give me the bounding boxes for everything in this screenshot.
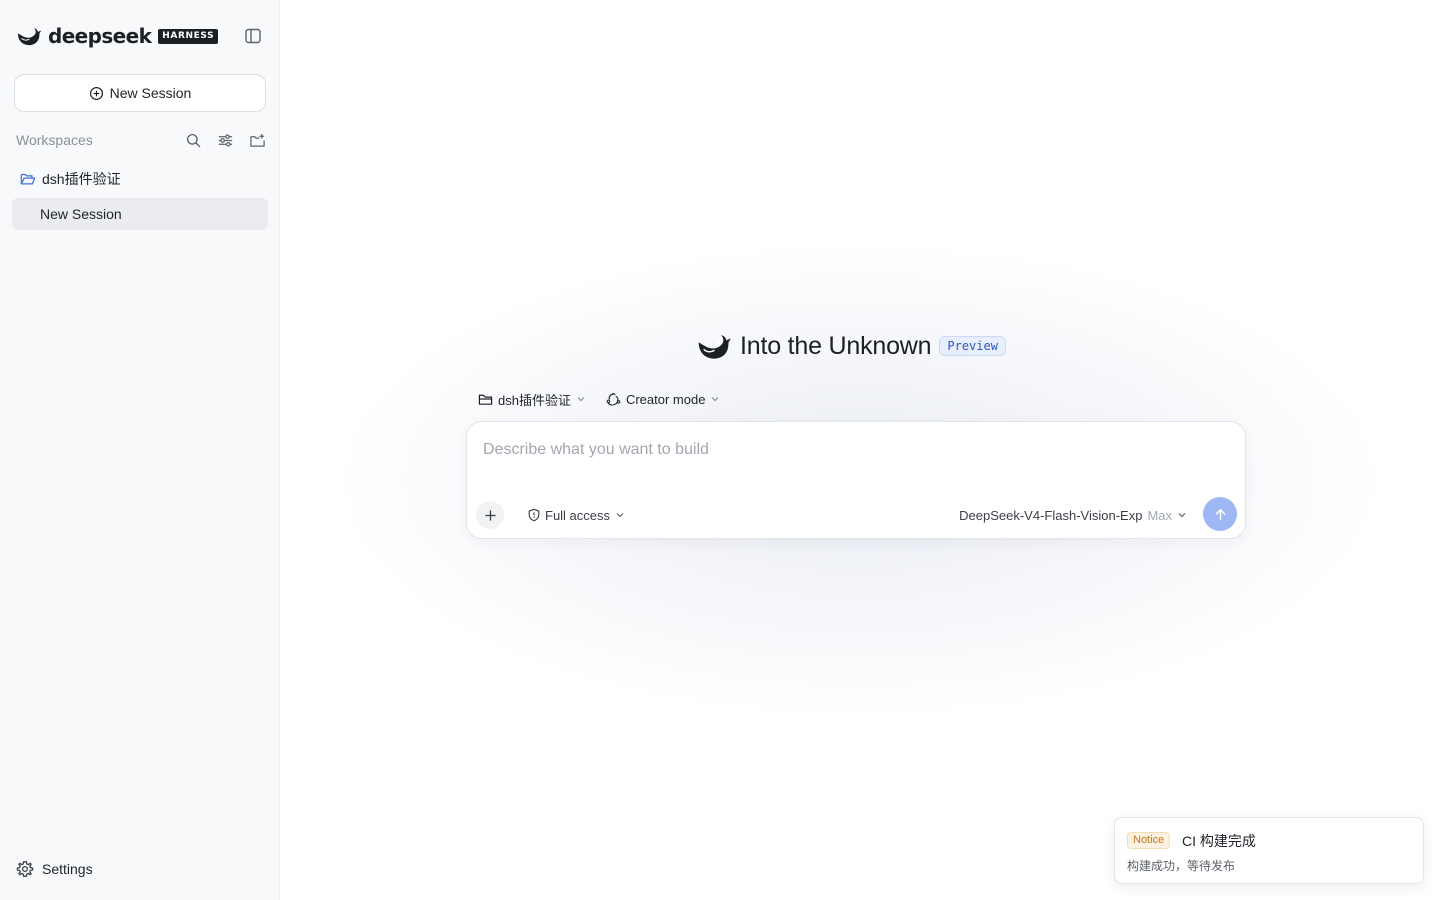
folder-open-icon bbox=[20, 173, 36, 185]
access-selector[interactable]: Full access bbox=[527, 506, 625, 524]
gear-icon bbox=[16, 861, 34, 877]
notification-title: CI 构建完成 bbox=[1182, 833, 1256, 849]
search-icon[interactable] bbox=[184, 131, 202, 149]
recycle-icon bbox=[606, 392, 621, 406]
mode-selector-label: Creator mode bbox=[625, 391, 706, 407]
deepseek-whale-icon bbox=[698, 335, 732, 359]
preview-badge: Preview bbox=[939, 336, 1006, 356]
sidebar-toggle-icon[interactable] bbox=[244, 27, 262, 45]
new-session-label: New Session bbox=[109, 85, 192, 101]
hero-heading: Into the Unknown Preview bbox=[696, 328, 1006, 364]
context-selectors: dsh插件验证 Creator mode bbox=[478, 389, 720, 409]
session-label: New Session bbox=[40, 206, 122, 222]
mode-selector[interactable]: Creator mode bbox=[606, 392, 720, 407]
workspaces-label: Workspaces bbox=[16, 132, 93, 148]
chevron-down-icon bbox=[616, 513, 624, 518]
workspace-item[interactable]: dsh插件验证 bbox=[12, 166, 268, 192]
page-title: Into the Unknown bbox=[740, 331, 932, 360]
brand-logo: deepseek HARNESS bbox=[16, 24, 219, 48]
send-button[interactable] bbox=[1203, 497, 1237, 531]
prompt-composer: Full access DeepSeek-V4-Flash-Vision-Exp… bbox=[466, 421, 1246, 539]
settings-label: Settings bbox=[42, 861, 93, 877]
model-selector[interactable]: DeepSeek-V4-Flash-Vision-Exp Max bbox=[959, 506, 1187, 524]
workspace-selector-label: dsh插件验证 bbox=[498, 392, 571, 408]
shield-icon bbox=[528, 508, 540, 522]
workspaces-header: Workspaces bbox=[16, 130, 266, 150]
sliders-icon[interactable] bbox=[216, 131, 234, 149]
notice-badge: Notice bbox=[1127, 832, 1171, 849]
plus-icon bbox=[484, 509, 496, 521]
access-label: Full access bbox=[545, 507, 611, 523]
folder-plus-icon[interactable] bbox=[248, 131, 266, 149]
chevron-down-icon bbox=[712, 397, 719, 402]
folder-icon bbox=[478, 394, 493, 405]
brand-badge: HARNESS bbox=[158, 28, 219, 44]
session-item[interactable]: New Session bbox=[12, 198, 268, 230]
chevron-down-icon bbox=[577, 397, 585, 402]
plus-circle-icon bbox=[89, 86, 103, 100]
settings-button[interactable]: Settings bbox=[16, 858, 93, 880]
prompt-input[interactable] bbox=[483, 438, 1223, 462]
deepseek-whale-icon bbox=[17, 28, 42, 46]
new-session-button[interactable]: New Session bbox=[14, 74, 266, 112]
chevron-down-icon bbox=[1178, 513, 1186, 518]
attach-button[interactable] bbox=[476, 501, 504, 529]
sidebar: deepseek HARNESS New Session Workspaces bbox=[0, 0, 280, 900]
model-effort: Max bbox=[1147, 507, 1172, 523]
model-name: DeepSeek-V4-Flash-Vision-Exp bbox=[959, 507, 1143, 523]
notification-toast[interactable]: Notice CI 构建完成 构建成功，等待发布 bbox=[1114, 817, 1424, 884]
brand-name: deepseek bbox=[48, 24, 152, 48]
workspace-name: dsh插件验证 bbox=[42, 171, 121, 187]
arrow-up-icon bbox=[1215, 508, 1225, 520]
notification-body: 构建成功，等待发布 bbox=[1127, 859, 1236, 873]
workspace-selector[interactable]: dsh插件验证 bbox=[478, 390, 586, 409]
